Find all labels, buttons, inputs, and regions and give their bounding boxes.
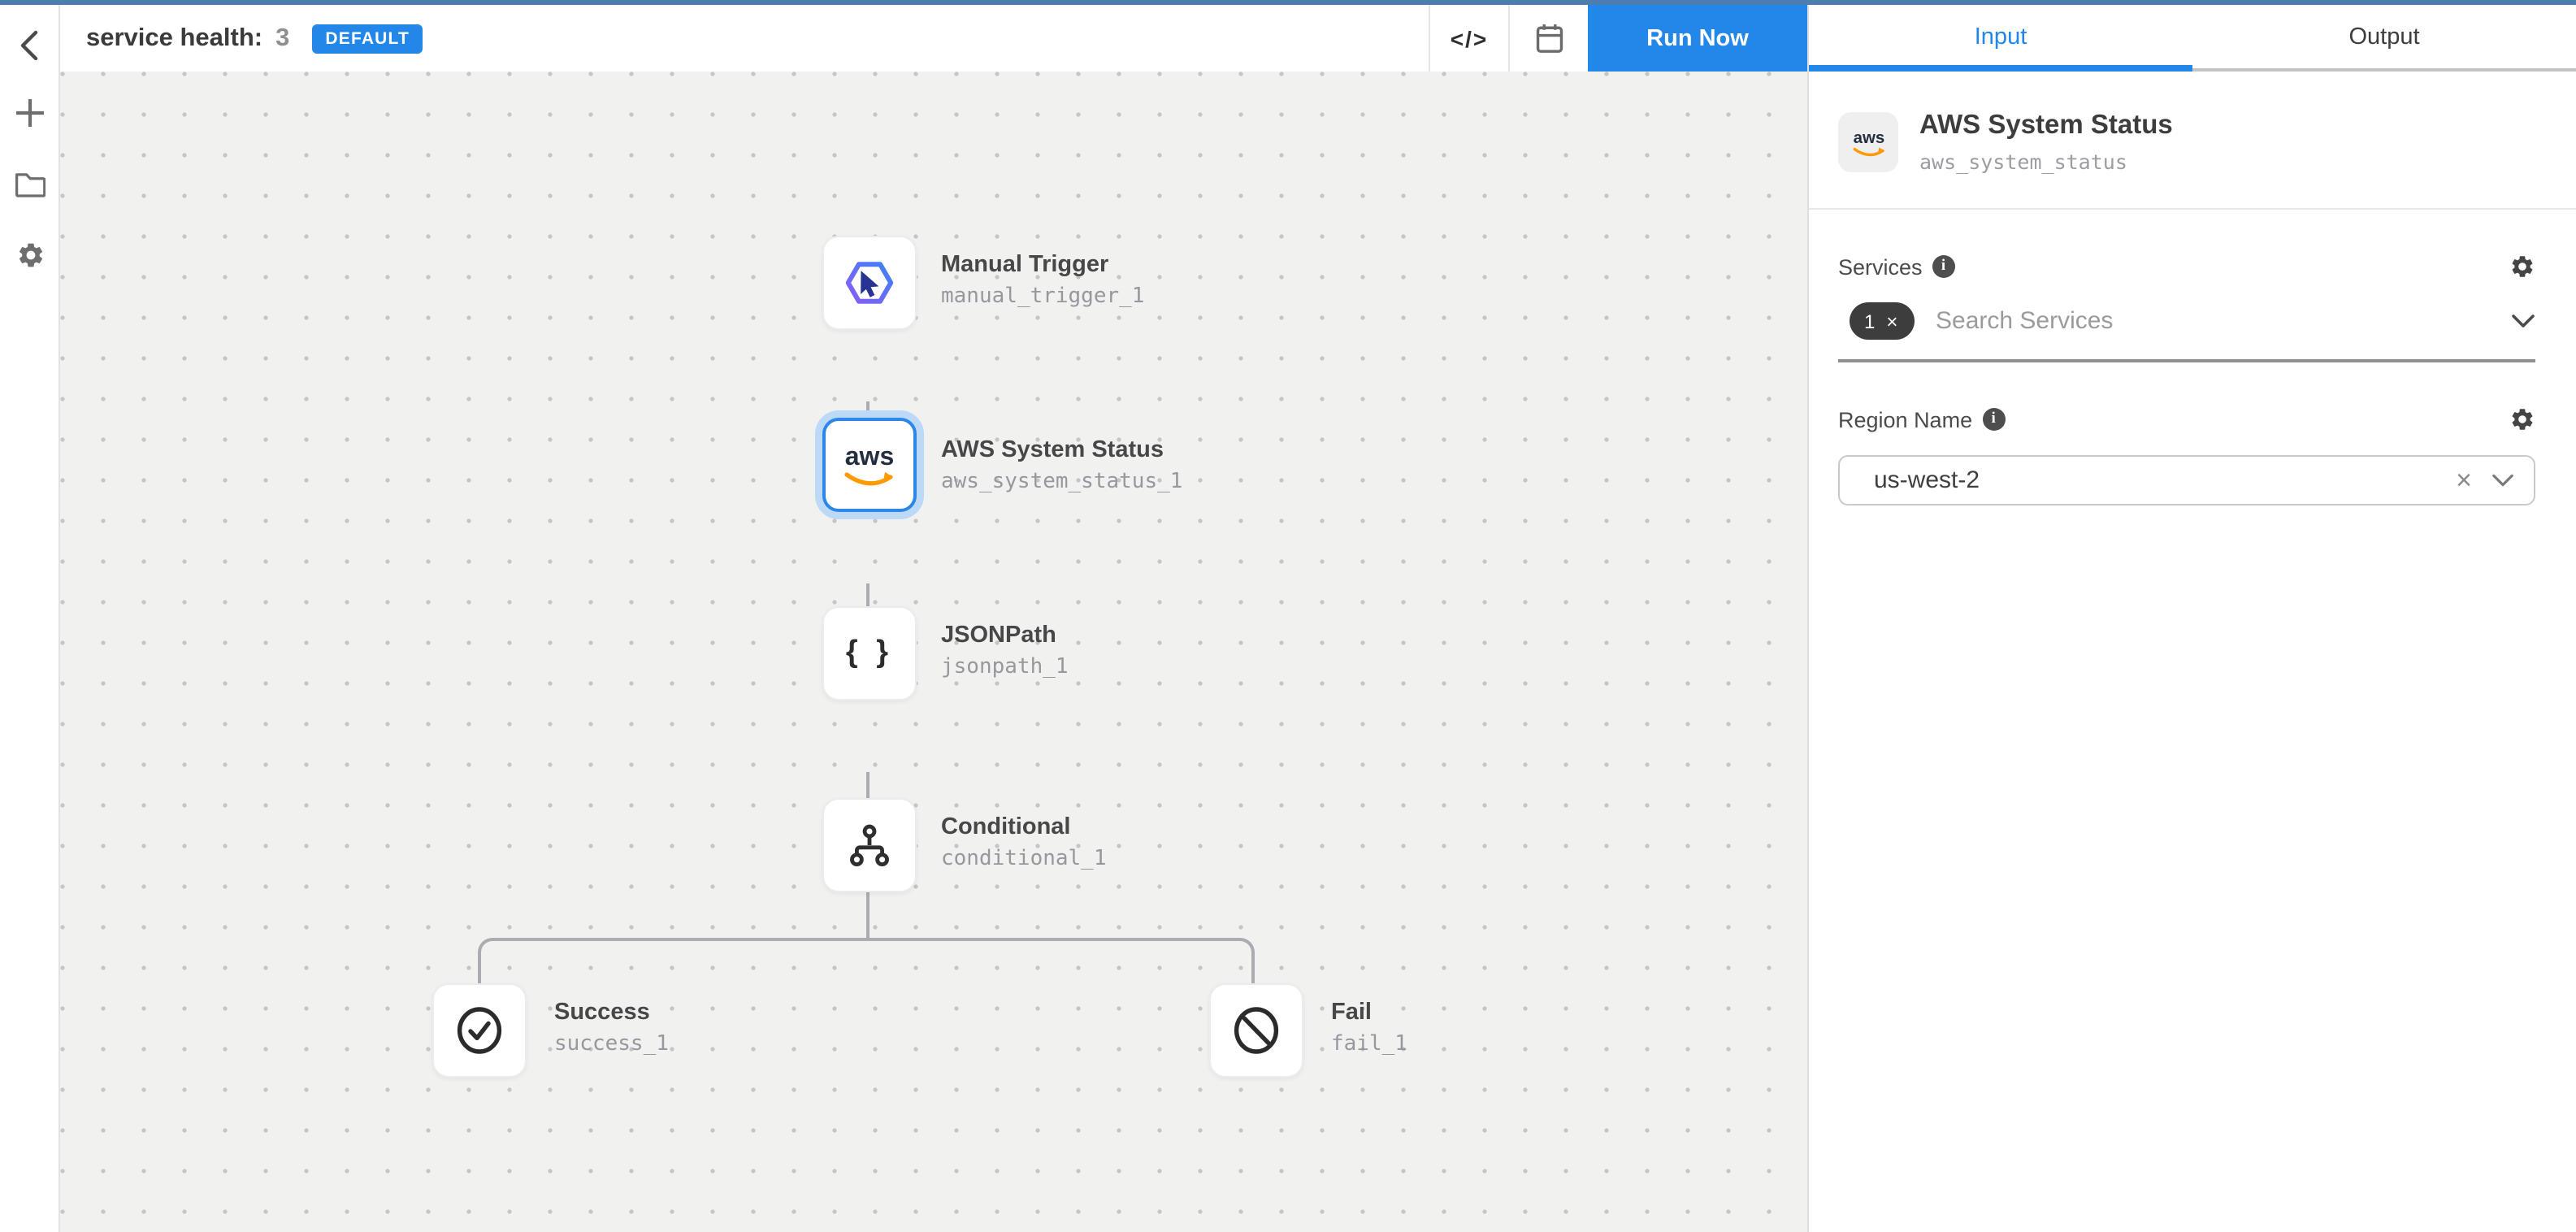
node-label-manual-trigger: Manual Trigger manual_trigger_1 <box>941 252 1144 309</box>
back-chevron-icon <box>15 28 45 63</box>
region-field-header: Region Name i <box>1838 406 2535 432</box>
svg-text:aws: aws <box>1853 128 1884 146</box>
region-settings-button[interactable] <box>2509 406 2535 432</box>
workflow-canvas[interactable]: Manual Trigger manual_trigger_1 aws AWS … <box>60 72 1807 1232</box>
aws-logo-icon: aws <box>834 437 905 492</box>
conditional-icon <box>842 818 897 873</box>
add-node-button[interactable] <box>0 85 60 140</box>
files-button[interactable] <box>0 156 60 211</box>
branch-connector-left <box>478 938 868 983</box>
workflow-title: service health: <box>86 24 262 53</box>
region-clear-icon[interactable]: × <box>2436 464 2491 497</box>
node-label-success: Success success_1 <box>554 1000 669 1056</box>
aws-logo-icon: aws <box>1838 112 1898 172</box>
svg-text:aws: aws <box>845 441 894 471</box>
code-icon: </> <box>1451 25 1489 51</box>
region-dropdown-button[interactable] <box>2491 473 2514 488</box>
workflow-builder-app: service health: 3 DEFAULT </> Run Now <box>0 0 2576 1232</box>
node-conditional[interactable] <box>822 798 917 892</box>
node-title: Fail <box>1331 1000 1407 1026</box>
services-placeholder: Search Services <box>1936 307 2113 335</box>
services-dropdown-button[interactable] <box>2511 314 2535 328</box>
node-id: conditional_1 <box>941 847 1107 871</box>
node-aws-system-status[interactable]: aws <box>822 418 917 512</box>
node-label-aws-system-status: AWS System Status aws_system_status_1 <box>941 437 1182 494</box>
chevron-down-icon <box>2511 314 2535 328</box>
gear-icon <box>2509 254 2535 280</box>
node-id: success_1 <box>554 1032 669 1056</box>
node-title: Conditional <box>941 814 1107 840</box>
branch-connector-right <box>868 938 1255 983</box>
left-sidebar <box>0 5 60 1232</box>
schedule-button[interactable] <box>1508 5 1588 72</box>
chevron-down-icon <box>2491 473 2514 488</box>
tab-input[interactable]: Input <box>1809 5 2192 68</box>
workflow-header: service health: 3 DEFAULT </> Run Now <box>60 5 1807 72</box>
node-title: JSONPath <box>941 623 1069 649</box>
info-icon: i <box>1932 255 1955 278</box>
gear-icon <box>2509 406 2535 432</box>
node-id: fail_1 <box>1331 1032 1407 1056</box>
top-accent-strip <box>0 0 2576 5</box>
code-view-button[interactable]: </> <box>1429 5 1508 72</box>
node-label-jsonpath: JSONPath jsonpath_1 <box>941 623 1069 679</box>
panel-node-id: aws_system_status <box>1919 150 2173 174</box>
node-title: Manual Trigger <box>941 252 1144 278</box>
fail-icon <box>1230 1003 1282 1058</box>
panel-node-title: AWS System Status <box>1919 111 2173 141</box>
chip-count: 1 <box>1864 310 1875 332</box>
node-label-fail: Fail fail_1 <box>1331 1000 1407 1056</box>
info-icon: i <box>1982 408 2005 431</box>
region-input[interactable] <box>1840 466 2436 494</box>
node-label-conditional: Conditional conditional_1 <box>941 814 1107 871</box>
region-select[interactable]: × <box>1838 455 2535 505</box>
region-label-text: Region Name <box>1838 407 1972 432</box>
header-actions: </> Run Now <box>1429 5 1807 72</box>
settings-button[interactable] <box>0 228 60 283</box>
manual-trigger-icon <box>835 249 904 317</box>
default-badge: DEFAULT <box>312 24 423 53</box>
panel-node-titles: AWS System Status aws_system_status <box>1919 111 2173 174</box>
services-select[interactable]: 1 × Search Services <box>1838 302 2535 362</box>
node-config-panel: Input Output aws AWS System Status aws_s… <box>1807 5 2576 1232</box>
braces-icon: { } <box>846 636 893 671</box>
services-label-text: Services <box>1838 254 1923 279</box>
region-label: Region Name i <box>1838 407 2005 432</box>
success-icon <box>453 1003 505 1058</box>
node-manual-trigger[interactable] <box>822 236 917 330</box>
chip-remove-icon[interactable]: × <box>1886 310 1897 332</box>
tab-output[interactable]: Output <box>2192 5 2576 68</box>
node-fail[interactable] <box>1209 983 1303 1078</box>
node-id: jsonpath_1 <box>941 655 1069 679</box>
run-now-button[interactable]: Run Now <box>1588 5 1807 72</box>
node-id: manual_trigger_1 <box>941 284 1144 309</box>
edge-conditional-branch <box>866 892 870 939</box>
plus-icon <box>15 97 46 128</box>
panel-fields: Services i 1 × Search Services <box>1809 254 2576 505</box>
gear-icon <box>15 241 45 270</box>
node-title: Success <box>554 1000 669 1026</box>
node-jsonpath[interactable]: { } <box>822 606 917 701</box>
workflow-run-count: 3 <box>275 24 289 53</box>
services-field-header: Services i <box>1838 254 2535 280</box>
io-tabs: Input Output <box>1809 5 2576 72</box>
services-settings-button[interactable] <box>2509 254 2535 280</box>
node-title: AWS System Status <box>941 437 1182 463</box>
services-count-chip[interactable]: 1 × <box>1850 302 1915 340</box>
folder-icon <box>15 170 46 197</box>
node-success[interactable] <box>432 983 527 1078</box>
back-button[interactable] <box>0 18 60 73</box>
services-label: Services i <box>1838 254 1955 279</box>
node-id: aws_system_status_1 <box>941 470 1182 494</box>
panel-node-header: aws AWS System Status aws_system_status <box>1809 72 2576 210</box>
workflow-title-group: service health: 3 DEFAULT <box>60 24 423 53</box>
calendar-icon <box>1535 23 1563 54</box>
